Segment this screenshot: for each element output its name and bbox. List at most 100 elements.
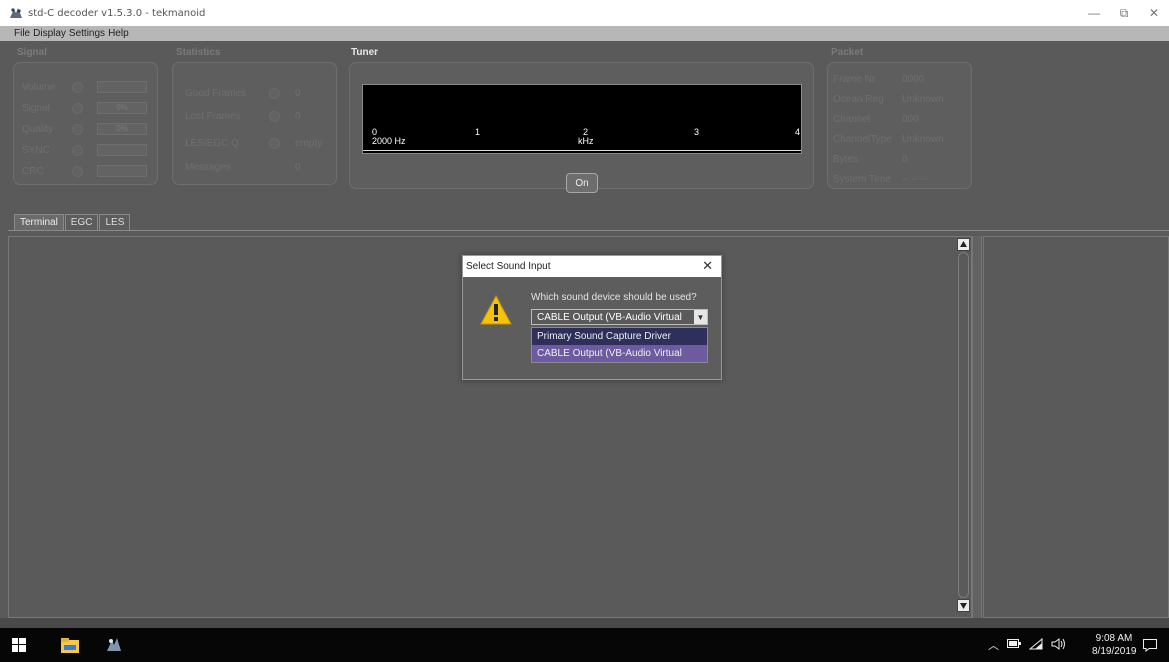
packet-value: 0000 (902, 74, 925, 85)
device-option-selected[interactable]: CABLE Output (VB-Audio Virtual (532, 345, 707, 362)
dialog-title: Select Sound Input (466, 261, 551, 272)
stat-label: Good Frames (185, 88, 247, 99)
queue-icon (269, 138, 280, 149)
signal-row-label: SYNC (22, 145, 50, 156)
system-tray: ︿ (988, 628, 1067, 662)
spectrum-display[interactable]: 0 2000 Hz 1 2 kHz 3 4 (362, 84, 802, 154)
menu-file[interactable]: File (14, 28, 30, 39)
signal-meter: 0% (97, 102, 147, 114)
menu-help[interactable]: Help (108, 28, 129, 39)
packet-label: ChannelType (833, 134, 892, 145)
clock-time: 9:08 AM (1095, 633, 1133, 644)
scroll-up-button[interactable] (957, 238, 970, 251)
stat-label: Lost Frames (185, 111, 241, 122)
signal-row-label: Signal (22, 103, 50, 114)
device-option[interactable]: Primary Sound Capture Driver (532, 328, 707, 345)
packet-label: Channel (833, 114, 871, 125)
stat-value: 0 (295, 88, 301, 99)
wifi-icon[interactable] (1028, 637, 1043, 653)
signal-group-title: Signal (17, 47, 48, 58)
signal-row-label: Volume (22, 82, 56, 93)
packet-label: Frame Nr (833, 74, 876, 85)
tick-label: 4 (795, 127, 801, 137)
tick-label: 3 (694, 127, 700, 137)
dialog-close-icon[interactable]: ✕ (702, 258, 713, 274)
menu-display[interactable]: Display (33, 28, 66, 39)
packet-value: Unknown (902, 134, 944, 145)
thumbs-down-icon (269, 111, 280, 122)
decoder-app-icon[interactable] (103, 628, 125, 662)
window-title: std-C decoder v1.5.3.0 - tekmanoid (28, 7, 206, 19)
tuner-group-title: Tuner (351, 47, 379, 58)
packet-group-title: Packet (831, 47, 864, 58)
packet-value: -- -- -- (902, 174, 928, 185)
crc-meter (97, 165, 147, 177)
frequency-label: 2000 Hz (372, 136, 406, 146)
signal-row-label: Quality (22, 124, 54, 135)
volume-led-icon (72, 82, 83, 93)
tick-label: 1 (475, 127, 481, 137)
packet-group: Frame Nr 0000 Ocean Reg Unknown Channel … (827, 62, 972, 189)
app-logo-icon (9, 6, 23, 20)
warning-icon (479, 294, 513, 326)
tab-egc[interactable]: EGC (64, 214, 99, 230)
status-panels: Signal Volume Signal 0% Quality 0% SYNC … (0, 41, 1169, 209)
tab-divider (8, 230, 1169, 231)
menu-bar: File Display Settings Help (0, 26, 1169, 41)
minimize-button[interactable]: — (1079, 0, 1109, 26)
packet-value: Unknown (902, 94, 944, 105)
tab-bar: Terminal EGC LES (14, 214, 131, 230)
taskbar-clock[interactable]: 9:08 AM 8/19/2019 (1092, 632, 1137, 658)
chevron-up-icon[interactable]: ︿ (988, 637, 999, 653)
stat-value: 0 (295, 162, 301, 173)
tab-terminal[interactable]: Terminal (14, 214, 64, 230)
file-explorer-icon[interactable] (59, 628, 81, 662)
battery-icon[interactable] (1007, 639, 1021, 651)
sound-device-select[interactable]: CABLE Output (VB-Audio Virtual ▼ (531, 309, 708, 325)
status-strip (0, 618, 1169, 628)
sync-meter (97, 144, 147, 156)
statistics-group-title: Statistics (176, 47, 221, 58)
notification-icon[interactable] (1140, 628, 1160, 662)
stat-label: LES/EGC Q (185, 138, 239, 149)
clock-date: 8/19/2019 (1092, 646, 1137, 657)
signal-percent: 0% (116, 103, 128, 112)
close-window-button[interactable]: ✕ (1139, 0, 1169, 26)
stat-value: empty (295, 138, 323, 149)
menu-settings[interactable]: Settings (69, 28, 105, 39)
device-dropdown-list: Primary Sound Capture Driver CABLE Outpu… (531, 327, 708, 363)
statistics-group: Good Frames 0 Lost Frames 0 LES/EGC Q em… (172, 62, 337, 185)
dialog-question: Which sound device should be used? (531, 292, 697, 303)
windows-start-icon[interactable] (10, 628, 28, 662)
signal-row-label: CRC (22, 166, 44, 177)
quality-meter: 0% (97, 123, 147, 135)
tab-les[interactable]: LES (99, 214, 131, 230)
packet-value: 0 (902, 154, 908, 165)
volume-icon[interactable] (1051, 637, 1067, 653)
quality-led-icon (72, 124, 83, 135)
volume-meter (97, 81, 147, 93)
message-list-pane[interactable] (983, 236, 1169, 618)
packet-label: Ocean Reg (833, 94, 884, 105)
tuner-group: 0 2000 Hz 1 2 kHz 3 4 On (349, 62, 814, 193)
pane-splitter[interactable] (972, 236, 982, 618)
taskbar: ︿ 9:08 AM 8/19/2019 (0, 628, 1169, 662)
packet-label: System Time (833, 174, 891, 185)
stat-value: 0 (295, 111, 301, 122)
crc-led-icon (72, 166, 83, 177)
scroll-track[interactable] (958, 252, 969, 598)
packet-value: 000 (902, 114, 919, 125)
spectrum-baseline (363, 150, 801, 151)
chevron-down-icon[interactable]: ▼ (694, 310, 707, 324)
tuner-on-button[interactable]: On (566, 173, 598, 193)
window-titlebar: std-C decoder v1.5.3.0 - tekmanoid — ⧉ ✕ (0, 0, 1169, 26)
signal-group: Volume Signal 0% Quality 0% SYNC CRC (13, 62, 158, 185)
stat-label: Messages (185, 162, 231, 173)
scroll-down-button[interactable] (957, 599, 970, 612)
sync-led-icon (72, 145, 83, 156)
packet-label: Bytes (833, 154, 859, 165)
thumbs-up-icon (269, 88, 280, 99)
quality-percent: 0% (116, 124, 128, 133)
restore-button[interactable]: ⧉ (1109, 0, 1139, 26)
terminal-scrollbar[interactable] (957, 238, 970, 612)
